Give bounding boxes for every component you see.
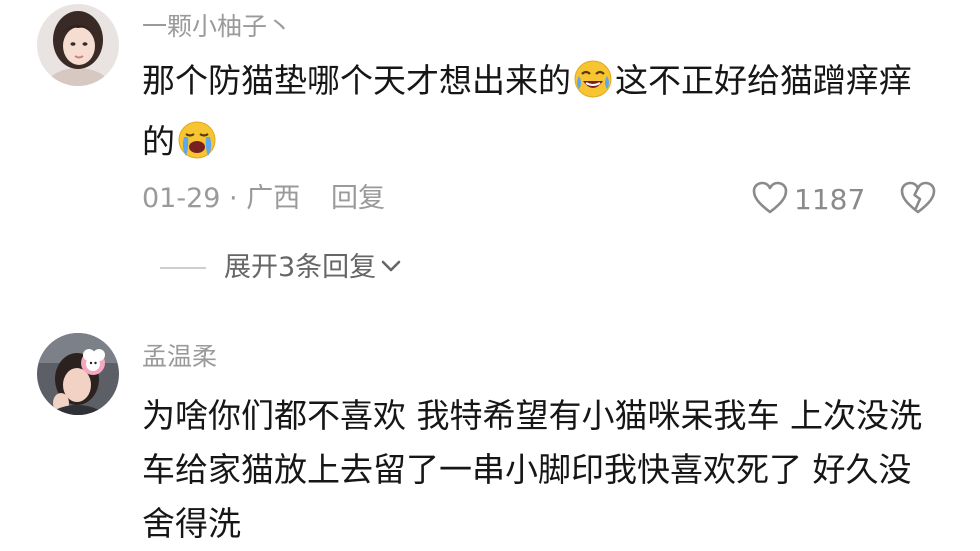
comment-text-line: 车给家猫放上去留了一串小脚印我快喜欢死了 好久没 xyxy=(142,450,912,489)
comment-text-segment: 的 xyxy=(142,122,175,161)
comment-date-location: 01-29 · 广西 xyxy=(142,183,301,214)
dislike-button[interactable] xyxy=(900,181,936,219)
broken-heart-icon xyxy=(900,181,936,219)
comment-text-line: 舍得洗 xyxy=(142,504,241,543)
avatar[interactable] xyxy=(37,333,119,415)
expand-replies-label: 展开3条回复 xyxy=(224,252,377,283)
comment-text: 那个防猫垫哪个天才想出来的 这不正好给猫蹭痒痒的 xyxy=(142,54,912,176)
reply-button[interactable]: 回复 xyxy=(331,183,385,215)
comment-feed: 一颗小柚子丶 那个防猫垫哪个天才想出来的 这不正好给猫蹭痒痒的 01-29 · … xyxy=(0,0,980,551)
like-count: 1187 xyxy=(794,183,866,216)
heart-outline-icon xyxy=(752,181,788,219)
avatar[interactable] xyxy=(37,4,119,86)
comment-text-segment: 那个防猫垫哪个天才想出来的 xyxy=(142,61,571,100)
comment-text-line: 为啥你们都不喜欢 我特希望有小猫咪呆我车 上次没洗 xyxy=(142,396,922,435)
comment-text: 为啥你们都不喜欢 我特希望有小猫咪呆我车 上次没洗 车给家猫放上去留了一串小脚印… xyxy=(142,389,922,551)
expand-replies-button[interactable]: 展开3条回复 xyxy=(160,252,402,284)
loudly-crying-face-emoji-icon xyxy=(177,120,217,176)
chevron-down-icon xyxy=(380,258,402,278)
comment-text-segment: 这不正好给猫蹭痒痒 xyxy=(615,61,912,100)
crying-laughing-emoji-icon xyxy=(573,59,613,115)
comment-username[interactable]: 孟温柔 xyxy=(142,342,217,372)
like-button[interactable]: 1187 xyxy=(752,181,865,219)
divider xyxy=(160,267,206,269)
comment-username[interactable]: 一颗小柚子丶 xyxy=(142,12,292,42)
